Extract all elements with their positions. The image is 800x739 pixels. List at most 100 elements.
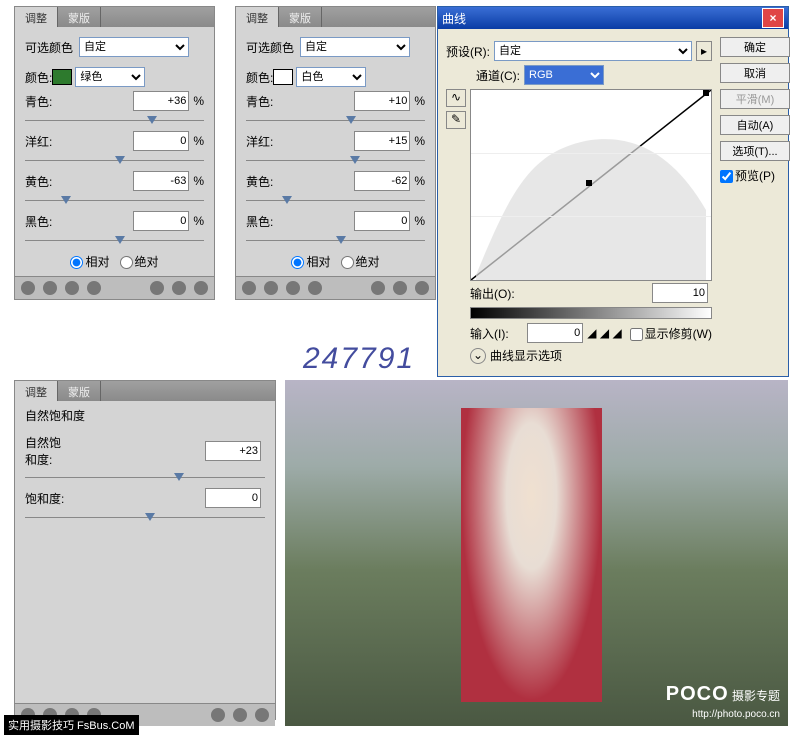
sliders: 青色:%洋红:%黄色:%黑色:%	[25, 91, 204, 247]
radio-relative[interactable]: 相对	[70, 253, 109, 270]
slider-thumb[interactable]	[115, 236, 125, 244]
color-label: 颜色:	[246, 69, 273, 86]
slider-track[interactable]	[246, 235, 425, 247]
input-label: 输入(I):	[470, 325, 509, 342]
curves-dialog: 曲线 × 预设(R): 自定 ▸ 通道(C): RGB ∿ ✎ 输出(O): 输…	[437, 6, 789, 377]
footer-icons	[236, 276, 435, 299]
curve-tool-icon[interactable]: ∿	[446, 89, 466, 107]
channel-select[interactable]: RGB	[524, 65, 604, 85]
color-swatch	[273, 69, 293, 85]
gradient-bar	[470, 307, 712, 319]
radio-relative[interactable]: 相对	[291, 253, 330, 270]
color-select[interactable]: 白色	[296, 67, 366, 87]
color-select[interactable]: 绿色	[75, 67, 145, 87]
slider-label: 黄色:	[25, 173, 65, 190]
slider-track[interactable]	[25, 235, 204, 247]
chevron-icon[interactable]: ⌄	[470, 348, 486, 364]
radio-absolute[interactable]: 绝对	[341, 253, 380, 270]
slider-thumb[interactable]	[115, 156, 125, 164]
slider-thumb[interactable]	[174, 473, 184, 481]
eyedropper-2-icon[interactable]: ◢	[600, 326, 609, 340]
photo-subject	[461, 408, 602, 702]
title: 可选颜色	[246, 39, 294, 56]
curves-graph[interactable]	[470, 89, 712, 281]
slider-label: 青色:	[246, 93, 286, 110]
slider-thumb[interactable]	[147, 116, 157, 124]
close-icon[interactable]: ×	[762, 8, 784, 28]
slider-thumb[interactable]	[61, 196, 71, 204]
watermark-text: 247791	[303, 342, 415, 376]
slider-track[interactable]	[246, 195, 425, 207]
tab-mask[interactable]: 蒙版	[58, 7, 101, 27]
tab-adjust[interactable]: 调整	[15, 381, 58, 401]
value-input[interactable]	[354, 211, 410, 231]
slider-label: 青色:	[25, 93, 65, 110]
slider-track[interactable]	[25, 512, 265, 524]
output-label: 输出(O):	[470, 285, 515, 302]
dialog-title: 曲线	[442, 10, 466, 27]
mode-radios: 相对 绝对	[25, 253, 204, 270]
slider-label: 自然饱和度:	[25, 434, 65, 468]
display-options[interactable]: 曲线显示选项	[490, 347, 562, 364]
eyedropper-1-icon[interactable]: ◢	[587, 326, 596, 340]
slider-label: 洋红:	[246, 133, 286, 150]
preset-select[interactable]: 自定	[79, 37, 189, 57]
ok-button[interactable]: 确定	[720, 37, 790, 57]
tab-mask[interactable]: 蒙版	[279, 7, 322, 27]
sliders-c: 自然饱和度: 饱和度:	[25, 434, 265, 524]
radio-absolute[interactable]: 绝对	[120, 253, 159, 270]
value-input[interactable]	[133, 211, 189, 231]
slider-label: 黄色:	[246, 173, 286, 190]
slider-track[interactable]	[25, 155, 204, 167]
preview-photo: POCO 摄影专题 http://photo.poco.cn	[285, 380, 788, 726]
slider-label: 洋红:	[25, 133, 65, 150]
color-swatch	[52, 69, 72, 85]
preset-label: 预设(R):	[446, 43, 490, 60]
slider-thumb[interactable]	[346, 116, 356, 124]
slider-thumb[interactable]	[145, 513, 155, 521]
output-field[interactable]	[652, 283, 708, 303]
slider-label: 黑色:	[246, 213, 286, 230]
channel-label: 通道(C):	[476, 67, 520, 84]
slider-thumb[interactable]	[282, 196, 292, 204]
preset-select[interactable]: 自定	[494, 41, 692, 61]
value-input[interactable]	[205, 441, 261, 461]
value-input[interactable]	[354, 171, 410, 191]
slider-thumb[interactable]	[336, 236, 346, 244]
value-input[interactable]	[354, 131, 410, 151]
vibrance-panel: 调整蒙版 自然饱和度 自然饱和度:饱和度:	[14, 380, 276, 720]
selective-color-panel-a: 调整 蒙版 可选颜色 自定 颜色: 绿色 青色:%洋红:%黄色:%黑色:% 相对…	[14, 6, 215, 300]
preview-checkbox[interactable]: 预览(P)	[720, 169, 775, 183]
value-input[interactable]	[133, 91, 189, 111]
smooth-button: 平滑(M)	[720, 89, 790, 109]
auto-button[interactable]: 自动(A)	[720, 115, 790, 135]
poco-watermark: POCO 摄影专题 http://photo.poco.cn	[666, 683, 780, 720]
input-field[interactable]	[527, 323, 583, 343]
value-input[interactable]	[133, 171, 189, 191]
sliders: 青色:%洋红:%黄色:%黑色:%	[246, 91, 425, 247]
preset-select[interactable]: 自定	[300, 37, 410, 57]
eyedropper-3-icon[interactable]: ◢	[612, 326, 621, 340]
value-input[interactable]	[205, 488, 261, 508]
show-clipping[interactable]: 显示修剪(W)	[630, 325, 712, 342]
slider-track[interactable]	[25, 115, 204, 127]
slider-label: 黑色:	[25, 213, 65, 230]
tab-adjust[interactable]: 调整	[15, 7, 58, 27]
pencil-tool-icon[interactable]: ✎	[446, 111, 466, 129]
slider-track[interactable]	[25, 472, 265, 484]
slider-thumb[interactable]	[350, 156, 360, 164]
slider-track[interactable]	[25, 195, 204, 207]
tab-mask[interactable]: 蒙版	[58, 381, 101, 401]
slider-track[interactable]	[246, 115, 425, 127]
tabs: 调整 蒙版	[15, 7, 214, 27]
selective-color-panel-b: 调整蒙版 可选颜色 自定 颜色: 白色 青色:%洋红:%黄色:%黑色:% 相对 …	[235, 6, 436, 300]
tab-adjust[interactable]: 调整	[236, 7, 279, 27]
title: 可选颜色	[25, 39, 73, 56]
cancel-button[interactable]: 取消	[720, 63, 790, 83]
options-button[interactable]: 选项(T)...	[720, 141, 790, 161]
menu-icon[interactable]: ▸	[696, 41, 712, 61]
slider-track[interactable]	[246, 155, 425, 167]
slider-label: 饱和度:	[25, 490, 65, 507]
value-input[interactable]	[133, 131, 189, 151]
value-input[interactable]	[354, 91, 410, 111]
